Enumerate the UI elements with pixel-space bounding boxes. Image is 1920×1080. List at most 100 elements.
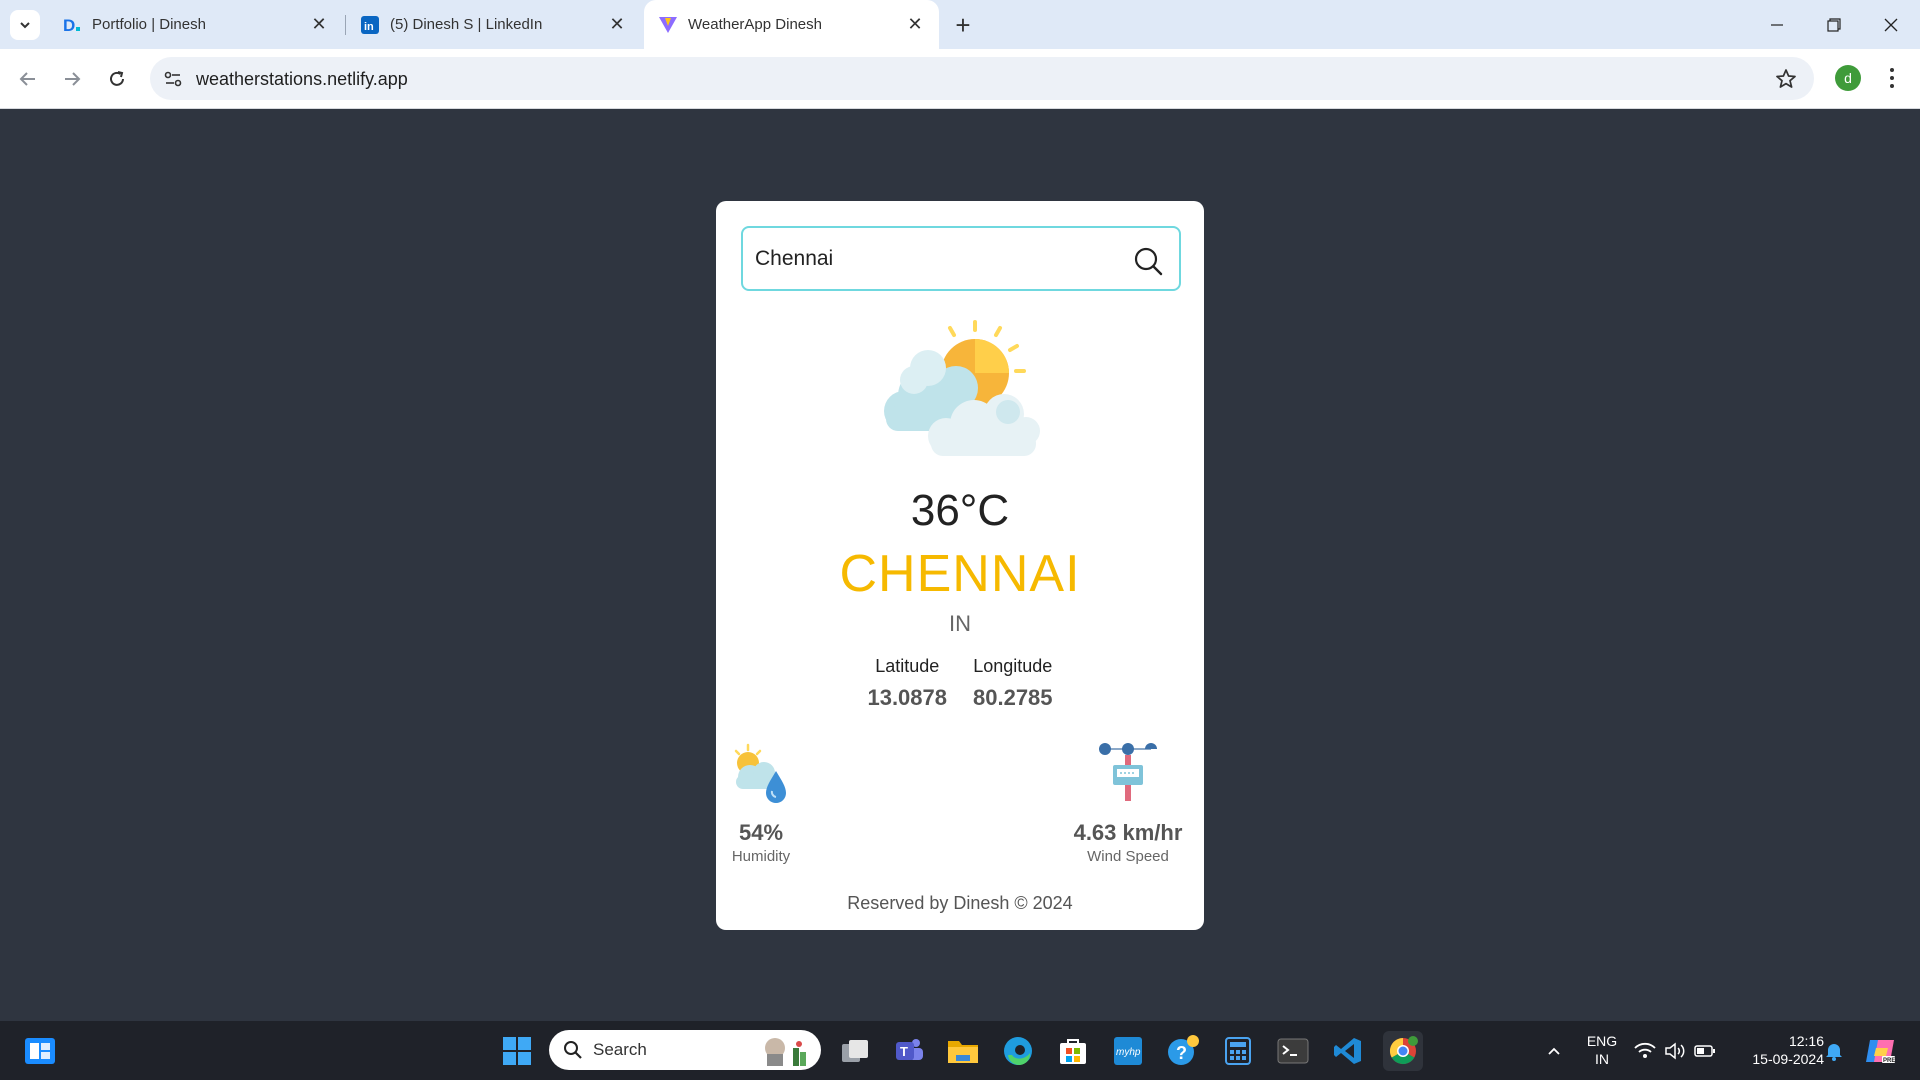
linkedin-favicon: in xyxy=(360,15,380,35)
battery-icon xyxy=(1694,1045,1715,1057)
city-search-input[interactable] xyxy=(755,240,1115,278)
search-icon xyxy=(564,1041,582,1059)
app-button[interactable] xyxy=(1218,1031,1258,1071)
clock-time: 12:16 xyxy=(1788,1033,1824,1049)
close-icon[interactable]: ✕ xyxy=(905,14,925,35)
volume-icon xyxy=(1665,1042,1685,1060)
longitude-block: Longitude 80.2785 xyxy=(973,656,1053,711)
tab-title: (5) Dinesh S | LinkedIn xyxy=(390,16,543,33)
page-viewport: 36°C CHENNAI IN Latitude 13.0878 Longitu… xyxy=(0,109,1920,1021)
svg-text:D: D xyxy=(63,16,75,35)
windows-logo-icon xyxy=(503,1037,531,1065)
back-button[interactable] xyxy=(12,63,44,95)
copilot-button[interactable]: PRE xyxy=(1860,1031,1900,1071)
reload-icon xyxy=(110,71,124,86)
notifications-button[interactable] xyxy=(1814,1031,1854,1071)
dot-icon xyxy=(1890,68,1894,72)
portfolio-favicon: D xyxy=(62,15,82,35)
bell-icon xyxy=(1826,1044,1842,1061)
search-icon[interactable] xyxy=(1133,246,1163,276)
restore-icon xyxy=(1827,17,1841,32)
teams-button[interactable]: T xyxy=(888,1031,928,1071)
arrow-left-icon xyxy=(19,72,35,86)
svg-text:myhp: myhp xyxy=(1116,1047,1141,1058)
browser-toolbar: weatherstations.netlify.app d xyxy=(0,49,1920,109)
vite-favicon xyxy=(658,15,678,35)
bookmark-star-icon[interactable] xyxy=(1774,67,1798,91)
footer-text: Reserved by Dinesh © 2024 xyxy=(847,893,1073,913)
taskbar-search-label: Search xyxy=(593,1040,647,1059)
new-tab-button[interactable]: + xyxy=(948,10,978,40)
language-indicator[interactable]: ENG IN xyxy=(1580,1032,1624,1068)
teams-icon: T xyxy=(896,1039,923,1060)
latitude-block: Latitude 13.0878 xyxy=(867,656,947,711)
svg-text:PRE: PRE xyxy=(1883,1058,1895,1064)
tab-linkedin[interactable]: in (5) Dinesh S | LinkedIn ✕ xyxy=(346,0,641,49)
humidity-icon xyxy=(734,743,786,803)
restore-button[interactable] xyxy=(1805,0,1863,49)
humidity-value: 54% xyxy=(738,820,784,845)
anemometer-icon xyxy=(1099,743,1157,801)
plus-icon: + xyxy=(955,9,971,40)
longitude-value: 80.2785 xyxy=(973,685,1053,710)
region-line: IN xyxy=(1595,1051,1609,1067)
address-bar[interactable]: weatherstations.netlify.app xyxy=(150,57,1814,100)
tab-weatherapp[interactable]: WeatherApp Dinesh ✕ xyxy=(644,0,939,49)
widgets-button[interactable] xyxy=(20,1031,60,1071)
city-name: CHENNAI xyxy=(839,545,1081,603)
browser-tabstrip: D Portfolio | Dinesh ✕ in (5) Dinesh S |… xyxy=(0,0,1920,49)
latitude-value: 13.0878 xyxy=(867,685,947,710)
site-settings-icon[interactable] xyxy=(162,68,184,90)
wind-speed-value: 4.63 km/hr xyxy=(1073,820,1183,845)
coordinates: Latitude 13.0878 Longitude 80.2785 xyxy=(716,656,1204,711)
chrome-button[interactable] xyxy=(1383,1031,1423,1071)
tab-search-button[interactable] xyxy=(10,10,40,40)
svg-text:T: T xyxy=(900,1044,908,1059)
minimize-button[interactable] xyxy=(1748,0,1806,49)
dot-icon xyxy=(1890,76,1894,80)
terminal-icon xyxy=(1277,1038,1309,1064)
clock[interactable]: 12:16 15-09-2024 xyxy=(1734,1032,1824,1068)
language-line: ENG xyxy=(1586,1033,1618,1049)
tab-portfolio[interactable]: D Portfolio | Dinesh ✕ xyxy=(48,0,343,49)
task-view-button[interactable] xyxy=(835,1031,875,1071)
store-icon xyxy=(1060,1039,1086,1064)
dot-icon xyxy=(1890,84,1894,88)
myhp-button[interactable]: myhp xyxy=(1108,1031,1148,1071)
wind-speed-label: Wind Speed xyxy=(1087,848,1169,865)
file-explorer-button[interactable] xyxy=(943,1031,983,1071)
task-view-icon xyxy=(842,1040,868,1062)
start-button[interactable] xyxy=(497,1031,537,1071)
show-hidden-icons-button[interactable] xyxy=(1534,1031,1574,1071)
close-window-button[interactable] xyxy=(1862,0,1920,49)
browser-menu-button[interactable] xyxy=(1880,63,1904,93)
weather-card: 36°C CHENNAI IN Latitude 13.0878 Longitu… xyxy=(716,201,1204,930)
profile-avatar[interactable]: d xyxy=(1835,65,1861,91)
tab-title: Portfolio | Dinesh xyxy=(92,16,206,33)
reload-button[interactable] xyxy=(101,63,133,95)
taskbar-search[interactable]: Search xyxy=(549,1030,821,1070)
forward-button[interactable] xyxy=(56,63,88,95)
microsoft-store-button[interactable] xyxy=(1053,1031,1093,1071)
close-icon[interactable]: ✕ xyxy=(309,14,329,35)
edge-button[interactable] xyxy=(998,1031,1038,1071)
calculator-app-icon xyxy=(1225,1037,1251,1065)
svg-text:in: in xyxy=(364,21,374,33)
url-text: weatherstations.netlify.app xyxy=(196,69,408,89)
close-icon[interactable]: ✕ xyxy=(607,14,627,35)
clock-date: 15-09-2024 xyxy=(1752,1051,1824,1067)
country-code: IN xyxy=(949,611,971,636)
wind-block: 4.63 km/hr Wind Speed xyxy=(1068,741,1188,865)
search-box xyxy=(741,226,1181,291)
vscode-button[interactable] xyxy=(1328,1031,1368,1071)
get-help-button[interactable]: ? xyxy=(1163,1031,1203,1071)
close-icon xyxy=(1884,18,1898,31)
quick-settings-button[interactable] xyxy=(1630,1031,1720,1071)
help-icon: ? xyxy=(1168,1035,1199,1065)
wifi-icon xyxy=(1634,1042,1656,1058)
myhp-icon: myhp xyxy=(1114,1037,1142,1065)
temperature-value: 36°C xyxy=(910,486,1010,535)
terminal-button[interactable] xyxy=(1273,1031,1313,1071)
chevron-down-icon xyxy=(20,22,30,29)
tab-title: WeatherApp Dinesh xyxy=(688,16,822,33)
